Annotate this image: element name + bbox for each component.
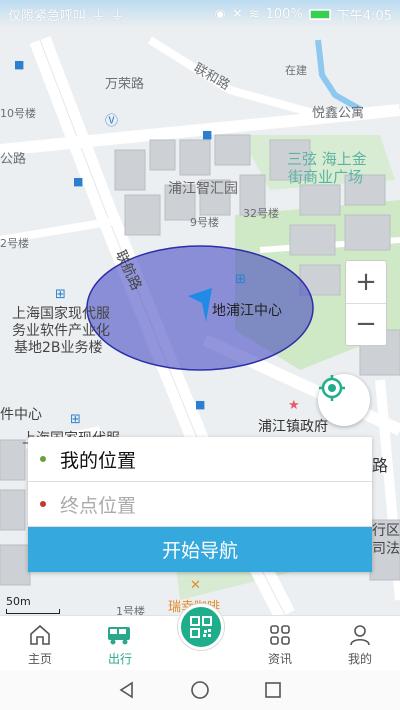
zoom-in-button[interactable]: + [346, 261, 386, 304]
tab-label: 资讯 [267, 652, 292, 666]
map-label-poi: 司法 [372, 541, 400, 557]
tab-mine[interactable]: 我的 [320, 616, 400, 670]
home-icon [30, 624, 50, 645]
map-label-poi: 行区 [372, 523, 400, 539]
map-label-park: 浦江智汇园 [168, 181, 238, 197]
battery-icon [308, 8, 331, 20]
map-label-apartment: 悦鑫公寓 [312, 106, 365, 121]
bus-stop-icon[interactable]: ■ [202, 128, 212, 141]
map-label-building: 10号楼 [0, 107, 36, 120]
bus-stop-icon[interactable]: ■ [14, 58, 24, 71]
building-poi-icon[interactable]: ⊞ [55, 287, 66, 302]
cafe-poi-icon[interactable]: ✕ [190, 578, 201, 593]
start-dot-icon [40, 456, 46, 462]
map-label-poi: 件中心 [0, 407, 42, 423]
start-location-field[interactable]: 我的位置 [28, 437, 372, 482]
tab-label: 我的 [347, 652, 372, 666]
location-status-icon: ◉ [214, 6, 226, 22]
qr-code-icon [190, 616, 212, 638]
building-poi-icon[interactable]: ⊞ [70, 412, 81, 427]
system-nav-bar [0, 670, 400, 710]
map-label-government: 浦江镇政府 [258, 419, 328, 435]
tab-news[interactable]: 资讯 [240, 616, 320, 670]
end-dot-icon [40, 501, 46, 507]
crosshair-icon [319, 375, 345, 401]
mute-icon: ✕ [231, 6, 243, 22]
clock: 下午4:05 [336, 8, 392, 24]
map-label-building: 32号楼 [243, 207, 279, 220]
destination-field[interactable]: 终点位置 [28, 482, 372, 527]
route-panel: 我的位置 终点位置 开始导航 [28, 437, 372, 572]
back-icon[interactable] [117, 680, 137, 700]
map-scale-label: 50m [6, 595, 31, 608]
recents-icon[interactable] [263, 680, 283, 700]
tab-travel[interactable]: 出行 [80, 616, 160, 670]
home-circle-icon[interactable] [190, 680, 210, 700]
map-label-building: 1号楼 [116, 605, 145, 615]
zoom-controls: + − [345, 260, 387, 346]
qr-scan-button[interactable] [178, 604, 224, 650]
map-label-construction: 在建 [285, 64, 307, 77]
bus-stop-icon[interactable]: ■ [195, 398, 205, 411]
status-emergency-text: 仅限紧急呼叫 [8, 8, 87, 24]
destination-placeholder: 终点位置 [60, 494, 137, 517]
map-scale: 50m [6, 595, 60, 614]
zoom-out-button[interactable]: − [346, 304, 386, 346]
grid-icon [270, 625, 290, 645]
start-navigation-button[interactable]: 开始导航 [28, 527, 372, 572]
tab-label: 出行 [107, 652, 132, 666]
map-label-road: 万荣路 [105, 77, 145, 92]
tab-label: 主页 [27, 652, 52, 666]
usb-icon: ⏚ [92, 8, 106, 24]
building-poi-icon[interactable]: ⊞ [235, 272, 246, 287]
bus-icon [108, 627, 130, 645]
map-label-mall: 街商业广场 [288, 168, 364, 186]
map-label-road: 公路 [0, 152, 27, 167]
wifi-icon: ≋ [248, 6, 260, 22]
map-label-poi: 基地2B业务楼 [14, 340, 103, 356]
map-label-building: 2号楼 [0, 237, 29, 250]
status-bar: 仅限紧急呼叫 ⏚ ⏚ ◉ ✕ ≋ 100% 下午4:05 [0, 0, 400, 28]
vw-logo-icon: Ⓥ [105, 114, 119, 129]
bus-stop-icon[interactable]: ■ [73, 175, 83, 188]
map-scale-bar [6, 609, 60, 614]
map-label-poi: 地浦江中心 [212, 303, 282, 319]
tab-home[interactable]: 主页 [0, 616, 80, 670]
map-label-building: 9号楼 [190, 216, 219, 229]
map-label-road: 路 [372, 456, 389, 475]
government-poi-icon[interactable]: ★ [288, 398, 300, 413]
start-location-value: 我的位置 [60, 449, 137, 472]
person-icon [350, 625, 370, 646]
locate-me-button[interactable] [318, 374, 370, 426]
battery-percent: 100% [265, 6, 303, 22]
usb-debug-icon: ⏚ [111, 8, 125, 24]
